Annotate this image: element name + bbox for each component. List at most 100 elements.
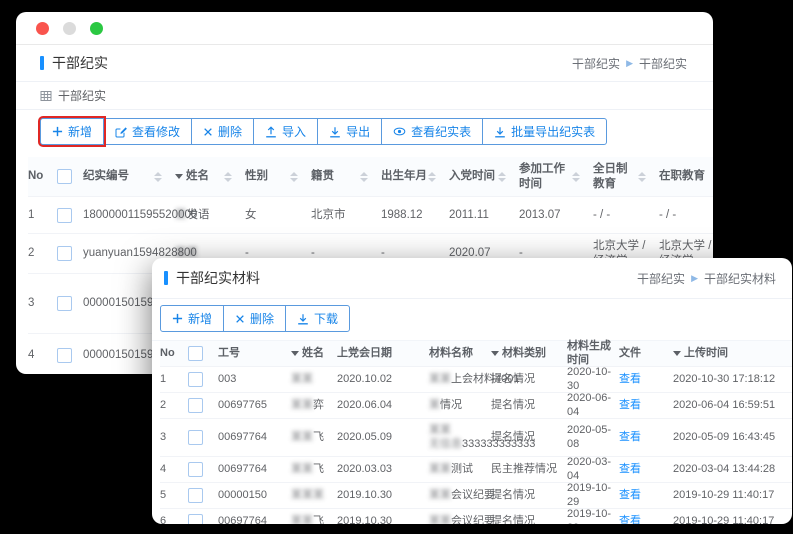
zoom-window-button[interactable] bbox=[90, 22, 103, 35]
view-file-link[interactable]: 查看 bbox=[619, 399, 641, 413]
sort-caret-icon[interactable] bbox=[360, 172, 368, 182]
toolbar: 新增删除下载 bbox=[152, 299, 792, 341]
cell: 2020-10-30 17:18:12 bbox=[673, 373, 791, 387]
batch-export-record-table-button[interactable]: 批量导出纪实表 bbox=[482, 118, 607, 145]
cell-text: 发语 bbox=[187, 208, 210, 222]
select-all-checkbox[interactable] bbox=[57, 169, 72, 184]
cell: 00000150 bbox=[218, 489, 291, 503]
cell: 某某 bbox=[291, 373, 337, 387]
cell: 某某飞 bbox=[291, 515, 337, 524]
view-file-link[interactable]: 查看 bbox=[619, 373, 641, 387]
redacted-text: 某某 bbox=[429, 424, 451, 436]
title-accent-bar bbox=[40, 56, 44, 70]
row-checkbox[interactable] bbox=[57, 246, 72, 261]
add-button[interactable]: 新增 bbox=[40, 118, 104, 145]
breadcrumb: 干部纪实 ▶ 干部纪实 bbox=[572, 55, 687, 72]
view-file-link[interactable]: 查看 bbox=[619, 515, 641, 524]
cell: 2019-10-29 bbox=[567, 508, 619, 524]
view-file-link[interactable]: 查看 bbox=[619, 431, 641, 445]
redacted-text: 某某 bbox=[429, 489, 451, 503]
table-header-row: No工号姓名上党会日期材料名称材料类别材料生成时间文件上传时间 bbox=[160, 341, 792, 367]
column-header[interactable]: 纪实编号 bbox=[83, 169, 175, 183]
column-header[interactable]: 籍贯 bbox=[311, 169, 381, 183]
breadcrumb: 干部纪实 ▶ 干部纪实材料 bbox=[637, 270, 776, 287]
select-all-checkbox[interactable] bbox=[188, 346, 203, 361]
cell: 2020-03-04 bbox=[567, 456, 619, 484]
redacted-text: 某某某 bbox=[291, 489, 324, 503]
column-label: 出生年月 bbox=[381, 169, 427, 183]
toolbar: 新增查看修改 删除导入导出查看纪实表批量导出纪实表 bbox=[16, 110, 713, 157]
download-icon bbox=[329, 126, 341, 138]
sort-caret-icon[interactable] bbox=[154, 172, 162, 182]
cell: 某某会议纪要 bbox=[429, 489, 491, 503]
page-header: 干部纪实材料 干部纪实 ▶ 干部纪实材料 bbox=[152, 258, 792, 299]
view-record-table-button[interactable]: 查看纪实表 bbox=[381, 118, 483, 145]
sort-caret-icon[interactable] bbox=[638, 172, 646, 182]
breadcrumb-item[interactable]: 干部纪实 bbox=[572, 55, 620, 72]
sort-caret-icon[interactable] bbox=[290, 172, 298, 182]
row-checkbox[interactable] bbox=[57, 296, 72, 311]
view-file-link[interactable]: 查看 bbox=[619, 489, 641, 503]
cell: 某发语 bbox=[175, 208, 245, 222]
cell: 180000011595520000 bbox=[83, 208, 175, 222]
column-header[interactable]: 参加工作时间 bbox=[519, 162, 593, 191]
table-row: 1003某某2020.10.02某某上会材料4001提名情况2020-10-30… bbox=[160, 367, 792, 393]
cell: 查看 bbox=[619, 431, 673, 445]
sort-caret-icon[interactable] bbox=[224, 172, 232, 182]
sort-caret-icon[interactable] bbox=[428, 172, 436, 182]
cell: 某某飞 bbox=[291, 431, 337, 445]
row-checkbox[interactable] bbox=[57, 348, 72, 363]
filter-icon[interactable] bbox=[491, 351, 499, 356]
close-icon bbox=[235, 314, 245, 324]
breadcrumb-item[interactable]: 干部纪实 bbox=[637, 270, 685, 287]
column-header: 材料类别 bbox=[491, 347, 567, 361]
column-header[interactable]: 姓名 bbox=[175, 169, 245, 183]
button-label: 删除 bbox=[218, 123, 242, 140]
sort-caret-icon[interactable] bbox=[498, 172, 506, 182]
import-button[interactable]: 导入 bbox=[253, 118, 318, 145]
view-file-link[interactable]: 查看 bbox=[619, 463, 641, 477]
row-checkbox[interactable] bbox=[188, 462, 203, 477]
cell: 提名情况 bbox=[491, 489, 567, 503]
row-checkbox[interactable] bbox=[188, 372, 203, 387]
redacted-text: 某某 bbox=[291, 373, 313, 387]
add-button[interactable]: 新增 bbox=[160, 305, 224, 332]
minimize-window-button[interactable] bbox=[63, 22, 76, 35]
column-header: 材料名称 bbox=[429, 347, 491, 361]
delete-button[interactable]: 删除 bbox=[191, 118, 254, 145]
sort-caret-icon[interactable] bbox=[572, 172, 580, 182]
row-checkbox[interactable] bbox=[188, 398, 203, 413]
cell: 00697764 bbox=[218, 431, 291, 445]
download-button[interactable]: 下载 bbox=[285, 305, 350, 332]
row-checkbox[interactable] bbox=[188, 430, 203, 445]
column-header bbox=[57, 169, 83, 184]
cell: 2020-03-04 13:44:28 bbox=[673, 463, 791, 477]
row-checkbox[interactable] bbox=[57, 208, 72, 223]
cell: 某某某 bbox=[291, 489, 337, 503]
view-edit-button[interactable]: 查看修改 bbox=[103, 118, 192, 145]
row-checkbox[interactable] bbox=[188, 514, 203, 524]
column-header[interactable]: 全日制教育 bbox=[593, 162, 659, 191]
filter-icon[interactable] bbox=[175, 174, 183, 179]
cell bbox=[188, 488, 218, 503]
delete-button[interactable]: 删除 bbox=[223, 305, 286, 332]
column-header[interactable]: 出生年月 bbox=[381, 169, 449, 183]
export-button[interactable]: 导出 bbox=[317, 118, 382, 145]
close-window-button[interactable] bbox=[36, 22, 49, 35]
cell: 查看 bbox=[619, 489, 673, 503]
upload-icon bbox=[265, 126, 277, 138]
filter-icon[interactable] bbox=[673, 351, 681, 356]
row-checkbox[interactable] bbox=[188, 488, 203, 503]
cell: 女 bbox=[245, 208, 311, 222]
cell-text: 弈 bbox=[313, 399, 324, 413]
column-header[interactable]: 性别 bbox=[245, 169, 311, 183]
column-header[interactable]: 入党时间 bbox=[449, 169, 519, 183]
cell: 1988.12 bbox=[381, 208, 449, 222]
cell-text: 会议纪要 bbox=[451, 489, 495, 503]
cell: 2019-10-29 bbox=[567, 482, 619, 510]
cell: 2020-05-08 bbox=[567, 424, 619, 452]
cell: 某某上会材料4001 bbox=[429, 373, 491, 387]
filter-icon[interactable] bbox=[291, 351, 299, 356]
cell: 某某无信息333333333333 bbox=[429, 424, 491, 452]
cell: 4 bbox=[28, 348, 57, 362]
